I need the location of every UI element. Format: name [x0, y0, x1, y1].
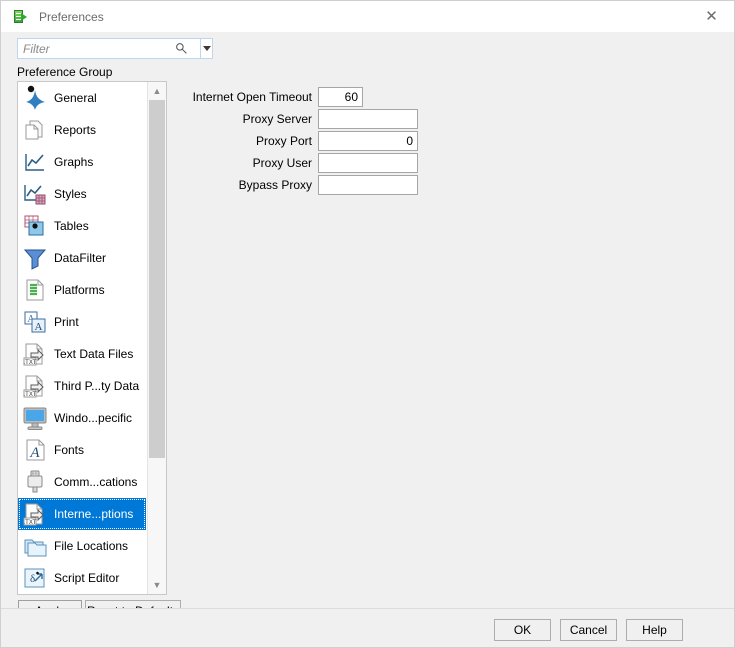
dialog-footer: OK Cancel Help	[1, 608, 734, 647]
sidebar-item[interactable]: Graphs	[18, 146, 146, 178]
sidebar-item[interactable]: Styles	[18, 178, 146, 210]
sidebar-item[interactable]: .TXT Text Data Files	[18, 338, 146, 370]
bypass-proxy-input[interactable]	[318, 174, 418, 195]
sidebar-item[interactable]: Windo...pecific	[18, 402, 146, 434]
svg-text:.TXT: .TXT	[24, 392, 37, 398]
label-internet-open-timeout: Internet Open Timeout	[192, 89, 312, 104]
chevron-down-icon[interactable]: ▼	[148, 576, 166, 594]
field-row-bypass-proxy: Bypass Proxy	[190, 174, 418, 195]
svg-text:.TXT: .TXT	[24, 520, 37, 526]
sidebar-item-label: Fonts	[54, 443, 85, 457]
internet-options-form: Internet Open Timeout Proxy Server Proxy…	[190, 86, 418, 196]
svg-text:δ: δ	[30, 573, 35, 585]
svg-text:.TXT: .TXT	[24, 360, 37, 366]
proxy-server-input[interactable]	[318, 108, 418, 129]
green-document-arrow-icon	[14, 9, 30, 25]
sidebar-item[interactable]: Reports	[18, 114, 146, 146]
label-proxy-server: Proxy Server	[242, 111, 312, 126]
internet-open-timeout-input[interactable]	[318, 86, 363, 107]
field-row-proxy-server: Proxy Server	[190, 108, 418, 129]
print-letter-icon: AA	[22, 309, 48, 335]
proxy-user-input[interactable]	[318, 152, 418, 173]
txt-file-arrow-icon: .TXT	[22, 373, 48, 399]
window-title: Preferences	[39, 9, 104, 24]
scrollbar-thumb[interactable]	[149, 100, 165, 458]
font-a-icon: A	[22, 437, 48, 463]
sidebar-item-label: Platforms	[54, 283, 105, 297]
sidebar-item[interactable]: Tables	[18, 210, 146, 242]
folders-icon	[22, 533, 48, 559]
sidebar-item-label: Third P...ty Data	[54, 379, 140, 393]
sidebar-item[interactable]: DataFilter	[18, 242, 146, 274]
sidebar-item[interactable]: δ Script Editor	[18, 562, 146, 594]
cancel-button[interactable]: Cancel	[560, 619, 617, 641]
document-list-icon	[22, 277, 48, 303]
field-row-proxy-user: Proxy User	[190, 152, 418, 173]
preference-group-items: General Reports Graphs Styles Tables DataFilt…	[18, 82, 146, 594]
documents-icon	[22, 117, 48, 143]
sidebar-item-label: Interne...ptions	[54, 507, 134, 521]
sidebar-item-label: Reports	[54, 123, 97, 137]
funnel-icon	[22, 245, 48, 271]
sidebar-item-label: DataFilter	[54, 251, 107, 265]
table-grid-icon	[22, 213, 48, 239]
monitor-icon	[22, 405, 48, 431]
sidebar-item-label: General	[54, 91, 97, 105]
sidebar-item[interactable]: A A Print	[18, 306, 146, 338]
filter-bar	[17, 38, 213, 59]
field-row-proxy-port: Proxy Port	[190, 130, 418, 151]
sidebar-item[interactable]: A Fonts	[18, 434, 146, 466]
txt-file-arrow-icon: .TXT	[22, 501, 48, 527]
sidebar-item-label: Tables	[54, 219, 89, 233]
sidebar-item-label: Print	[54, 315, 79, 329]
label-proxy-port: Proxy Port	[255, 133, 312, 148]
title-bar: Preferences ✕	[1, 1, 734, 32]
txt-file-arrow-icon: .TXT	[22, 341, 48, 367]
star-burst-icon	[22, 85, 48, 111]
sidebar-item[interactable]: File Locations	[18, 530, 146, 562]
svg-text:A: A	[35, 321, 43, 333]
list-scrollbar[interactable]: ▲ ▼	[147, 82, 166, 594]
filter-dropdown-button[interactable]	[200, 38, 213, 59]
preferences-dialog: Preferences ✕ Preference Group General Re…	[0, 0, 735, 648]
sidebar-item-label: Script Editor	[54, 571, 120, 585]
label-bypass-proxy: Bypass Proxy	[238, 177, 312, 192]
sidebar-item[interactable]: Comm...cations	[18, 466, 146, 498]
sidebar-item-label: Comm...cations	[54, 475, 138, 489]
sidebar-item-label: Text Data Files	[54, 347, 134, 361]
chevron-up-icon[interactable]: ▲	[148, 82, 166, 100]
dialog-body: Preference Group General Reports Graphs Sty…	[1, 32, 734, 647]
sidebar-item[interactable]: Platforms	[18, 274, 146, 306]
preference-group-label: Preference Group	[17, 65, 113, 79]
sidebar-item-label: Styles	[54, 187, 87, 201]
preference-group-list[interactable]: General Reports Graphs Styles Tables DataFilt…	[17, 81, 167, 595]
field-row-internet-open-timeout: Internet Open Timeout	[190, 86, 418, 107]
sidebar-item-label: File Locations	[54, 539, 129, 553]
ok-button[interactable]: OK	[494, 619, 551, 641]
sidebar-item[interactable]: .TXT Interne...ptions	[18, 498, 146, 530]
svg-text:A: A	[29, 445, 40, 461]
help-button[interactable]: Help	[626, 619, 683, 641]
search-input[interactable]	[17, 38, 200, 59]
sidebar-item[interactable]: General	[18, 82, 146, 114]
line-chart-icon	[22, 149, 48, 175]
close-icon[interactable]: ✕	[689, 1, 734, 32]
sidebar-item-label: Graphs	[54, 155, 94, 169]
label-proxy-user: Proxy User	[252, 155, 312, 170]
sidebar-item-label: Windo...pecific	[54, 411, 133, 425]
script-icon: δ	[22, 565, 48, 591]
plug-icon	[22, 469, 48, 495]
chevron-down-icon	[202, 46, 211, 51]
proxy-port-input[interactable]	[318, 130, 418, 151]
sidebar-item[interactable]: .TXT Third P...ty Data	[18, 370, 146, 402]
chart-grid-icon	[22, 181, 48, 207]
